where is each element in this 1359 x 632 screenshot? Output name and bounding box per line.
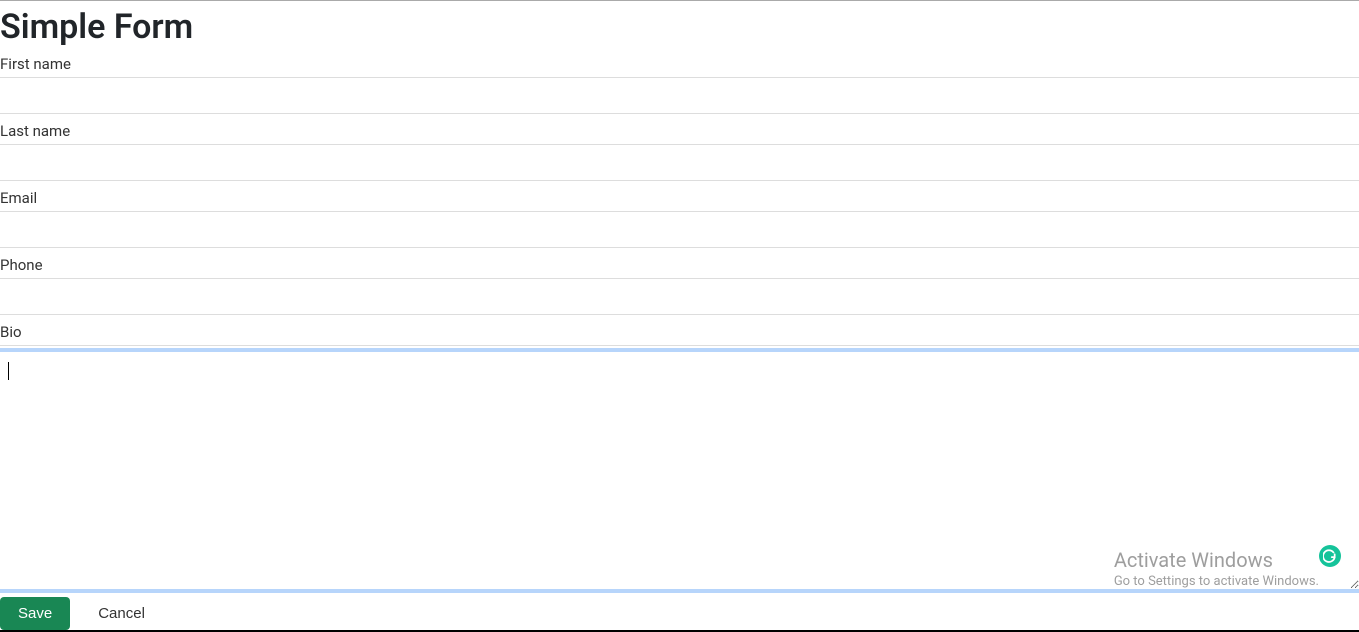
phone-label: Phone — [0, 256, 1359, 279]
email-group: Email — [0, 189, 1359, 248]
first-name-label: First name — [0, 55, 1359, 78]
last-name-group: Last name — [0, 122, 1359, 181]
first-name-group: First name — [0, 55, 1359, 114]
bio-textarea[interactable] — [0, 348, 1359, 593]
bio-label: Bio — [0, 323, 1359, 346]
page-title: Simple Form — [0, 7, 1359, 47]
last-name-label: Last name — [0, 122, 1359, 145]
form-container: Simple Form First name Last name Email P… — [0, 0, 1359, 632]
last-name-input[interactable] — [0, 147, 1359, 181]
first-name-input[interactable] — [0, 80, 1359, 114]
phone-group: Phone — [0, 256, 1359, 315]
bio-group: Bio — [0, 323, 1359, 597]
grammarly-icon[interactable] — [1319, 545, 1341, 567]
text-cursor — [8, 362, 9, 380]
bio-textarea-wrap — [0, 348, 1359, 597]
cancel-button[interactable]: Cancel — [80, 597, 163, 630]
phone-input[interactable] — [0, 281, 1359, 315]
button-row: Save Cancel — [0, 597, 1359, 632]
email-input[interactable] — [0, 214, 1359, 248]
save-button[interactable]: Save — [0, 597, 70, 630]
email-label: Email — [0, 189, 1359, 212]
